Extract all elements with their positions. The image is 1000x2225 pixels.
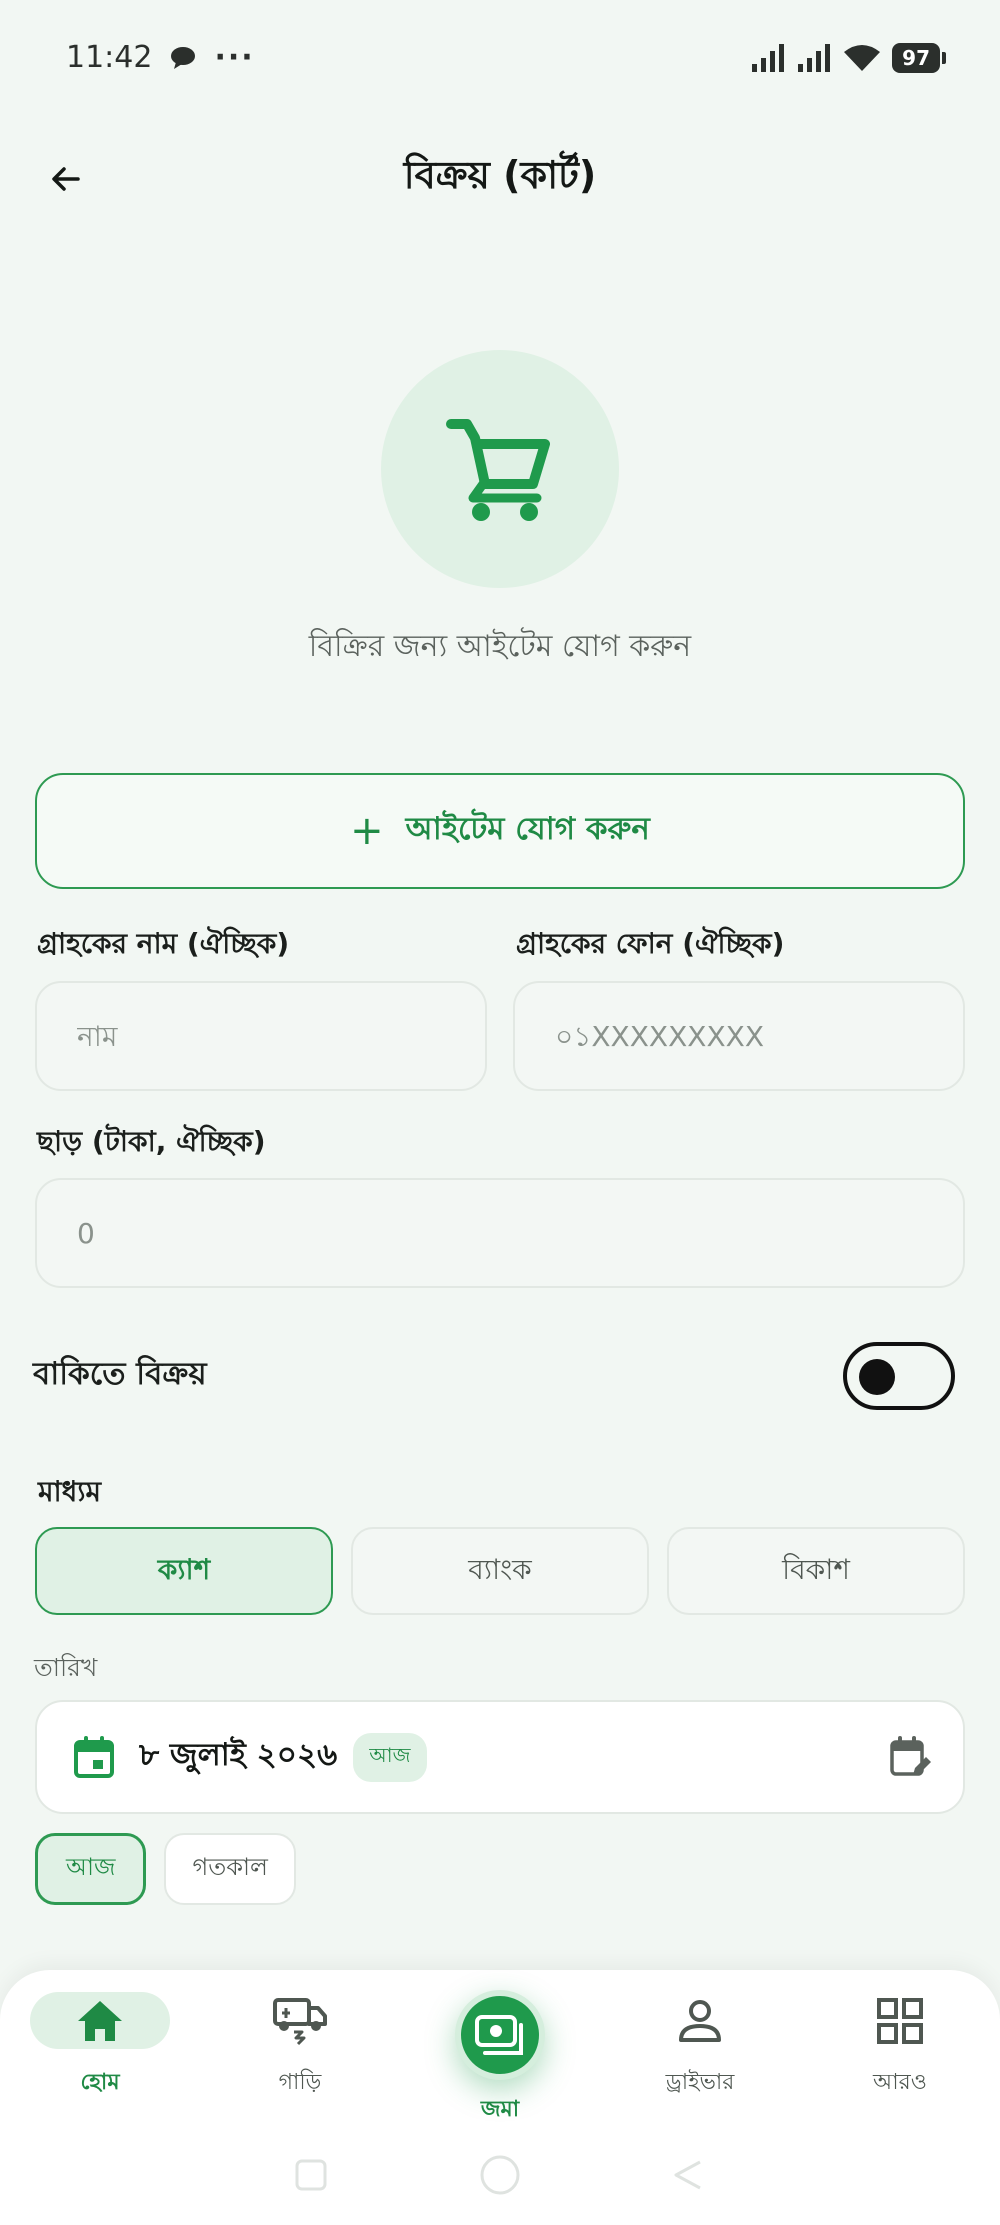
arrow-left-icon <box>52 167 80 191</box>
add-item-button[interactable]: + আইটেম যোগ করুন <box>35 773 965 889</box>
customer-name-input[interactable] <box>35 981 487 1091</box>
signal-icon <box>752 43 785 72</box>
nav-home-label: হোম <box>80 2070 120 2095</box>
wifi-icon <box>844 44 881 71</box>
customer-name-label: গ্রাহকের নাম (ঐচ্ছিক) <box>37 927 290 960</box>
date-label: তারিখ <box>34 1653 98 1682</box>
selected-date: ৮ জুলাই ২০২৬ <box>139 1737 338 1773</box>
recent-apps-icon[interactable] <box>294 2158 328 2192</box>
add-item-label: আইটেম যোগ করুন <box>405 811 650 847</box>
credit-sale-toggle[interactable] <box>843 1342 955 1410</box>
deposit-icon <box>475 2015 523 2055</box>
empty-cart-message: বিক্রির জন্য আইটেম যোগ করুন <box>308 629 692 664</box>
battery-indicator: 97 <box>892 42 946 73</box>
nav-vehicle-indicator <box>230 1992 370 2049</box>
status-time: 11:42 <box>66 40 153 75</box>
calendar-icon <box>74 1736 114 1778</box>
customer-phone-input[interactable] <box>513 981 965 1091</box>
credit-sale-label: বাকিতে বিক্রয় <box>33 1356 207 1392</box>
nav-more-indicator <box>830 1992 970 2049</box>
nav-vehicle-label: গাড়ি <box>278 2070 322 2095</box>
nav-home-indicator <box>30 1992 170 2049</box>
nav-driver[interactable]: ড্রাইভার <box>630 1992 770 2102</box>
date-picker-field[interactable]: ৮ জুলাই ২০২৬ আজ <box>35 1700 965 1814</box>
plus-icon: + <box>350 808 384 854</box>
home-circle-icon[interactable] <box>478 2153 522 2197</box>
customer-phone-label: গ্রাহকের ফোন (ঐচ্ছিক) <box>516 927 785 960</box>
cart-illustration <box>381 350 619 588</box>
deposit-fab-button[interactable] <box>455 1990 545 2080</box>
edit-calendar-icon[interactable] <box>889 1735 931 1779</box>
nav-more[interactable]: আরও <box>830 1992 970 2102</box>
method-bkash-button[interactable]: বিকাশ <box>667 1527 965 1615</box>
quick-date-group: আজ গতকাল <box>35 1833 296 1905</box>
today-badge: আজ <box>353 1732 427 1782</box>
payment-method-label: মাধ্যম <box>38 1475 102 1508</box>
nav-more-label: আরও <box>873 2070 927 2095</box>
system-navigation <box>0 2145 1000 2205</box>
nav-vehicle[interactable]: গাড়ি <box>230 1992 370 2102</box>
signal-icon <box>798 43 831 72</box>
nav-deposit-label: জমা <box>480 2097 520 2122</box>
chat-bubble-icon <box>171 46 196 69</box>
toggle-knob <box>859 1359 895 1395</box>
discount-label: ছাড় (টাকা, ঐচ্ছিক) <box>37 1125 266 1158</box>
nav-driver-indicator <box>630 1992 770 2049</box>
back-triangle-icon[interactable] <box>672 2158 706 2192</box>
app-bar: বিক্রয় (কার্ট) <box>0 135 1000 220</box>
home-icon <box>78 2000 122 2041</box>
payment-method-group: ক্যাশ ব্যাংক বিকাশ <box>35 1527 965 1615</box>
vehicle-icon <box>273 1997 327 2045</box>
status-left: 11:42 ··· <box>66 40 255 75</box>
method-bank-button[interactable]: ব্যাংক <box>351 1527 649 1615</box>
quick-date-yesterday[interactable]: গতকাল <box>164 1833 296 1905</box>
nav-driver-label: ড্রাইভার <box>665 2070 735 2095</box>
credit-sale-row: বাকিতে বিক্রয় <box>33 1340 963 1412</box>
status-right: 97 <box>752 42 946 73</box>
quick-date-today[interactable]: আজ <box>35 1833 147 1905</box>
person-icon <box>679 1999 721 2042</box>
status-bar: 11:42 ··· 97 <box>0 0 1000 115</box>
shopping-cart-icon <box>446 419 550 521</box>
method-cash-button[interactable]: ক্যাশ <box>35 1527 333 1615</box>
page-title: বিক্রয় (কার্ট) <box>403 152 597 197</box>
status-dots: ··· <box>214 40 255 75</box>
nav-home[interactable]: হোম <box>30 1992 170 2102</box>
back-button[interactable] <box>36 149 96 209</box>
bottom-navigation: হোম গাড়ি জমা ড্রাইভার আরও <box>0 1970 1000 2225</box>
discount-input[interactable] <box>35 1178 965 1288</box>
grid-icon <box>877 1997 923 2044</box>
